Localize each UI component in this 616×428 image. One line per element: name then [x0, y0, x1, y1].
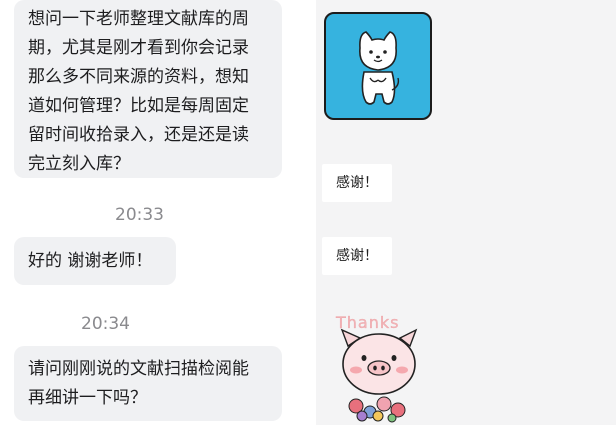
sticker-dog[interactable] — [324, 12, 432, 120]
pig-icon: Thanks — [335, 313, 418, 423]
message-bubble-thanks[interactable]: 好的 谢谢老师！ — [14, 237, 176, 285]
timestamp: 20:34 — [81, 314, 130, 334]
message-line: 请问刚刚说的文献扫描检阅能 — [28, 359, 249, 379]
message-line: 那么多不同来源的资料，想知 — [28, 67, 249, 87]
message-line: 留时间收拾录入，还是还是读 — [28, 125, 249, 145]
sticker-pig-thanks[interactable]: Thanks — [332, 312, 424, 424]
sticker-caption: Thanks — [335, 313, 399, 332]
message-bubble-followup[interactable]: 请问刚刚说的文献扫描检阅能 再细讲一下吗？ — [14, 346, 282, 421]
message-line: 想问一下老师整理文献库的周 — [28, 9, 249, 29]
dog-icon — [359, 31, 400, 105]
message-line: 完立刻入库？ — [28, 154, 130, 174]
message-bubble-question[interactable]: 想问一下老师整理文献库的周 期，尤其是刚才看到你会记录 那么多不同来源的资料，想… — [14, 0, 282, 178]
message-line: 道如何管理？比如是每周固定 — [28, 96, 249, 116]
timestamp: 20:33 — [115, 205, 164, 225]
message-line: 期，尤其是刚才看到你会记录 — [28, 38, 249, 58]
message-line: 再细讲一下吗？ — [28, 388, 147, 408]
reply-bubble[interactable]: 感谢！ — [322, 164, 392, 202]
message-line: 好的 谢谢老师！ — [28, 251, 153, 271]
reply-bubble[interactable]: 感谢！ — [322, 237, 392, 275]
